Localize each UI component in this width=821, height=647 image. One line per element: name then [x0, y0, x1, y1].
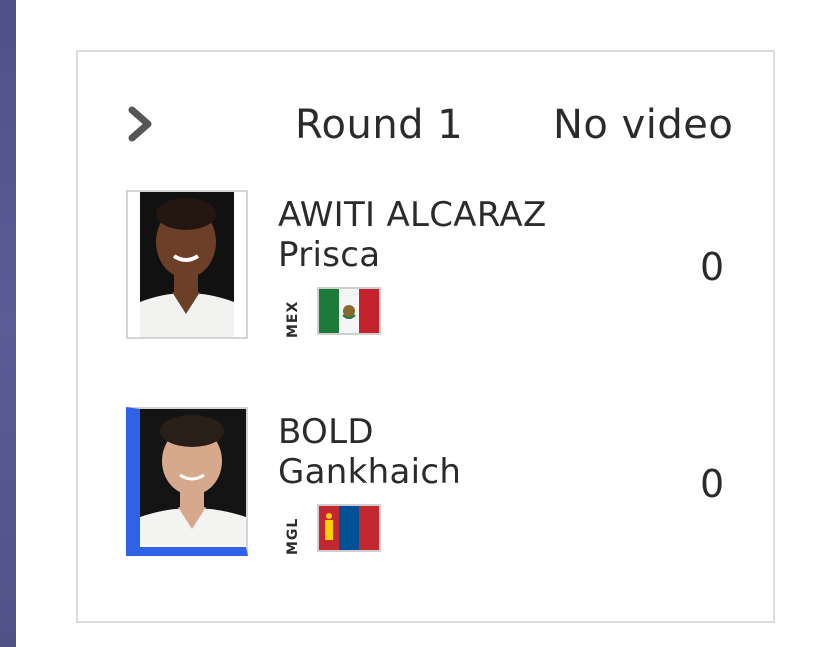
country-code: MEX — [285, 300, 301, 338]
competitor-score: 0 — [700, 245, 725, 289]
mongolia-flag-icon — [317, 504, 381, 552]
competitor-photo — [126, 190, 248, 339]
round-label: Round 1 — [295, 102, 464, 148]
competitor-photo — [126, 407, 248, 556]
sidebar-edge — [0, 0, 16, 647]
mexico-flag-icon — [317, 287, 381, 335]
competitor-first-name: Prisca — [278, 235, 381, 275]
competitor-last-name: BOLD — [278, 412, 374, 452]
competitor-first-name: Gankhaich — [278, 452, 462, 492]
competitor-score: 0 — [700, 462, 725, 506]
competitor-last-name: AWITI ALCARAZ — [278, 195, 547, 235]
expand-chevron-icon[interactable] — [126, 106, 156, 142]
country-code: MGL — [285, 517, 301, 555]
video-status: No video — [553, 102, 734, 148]
